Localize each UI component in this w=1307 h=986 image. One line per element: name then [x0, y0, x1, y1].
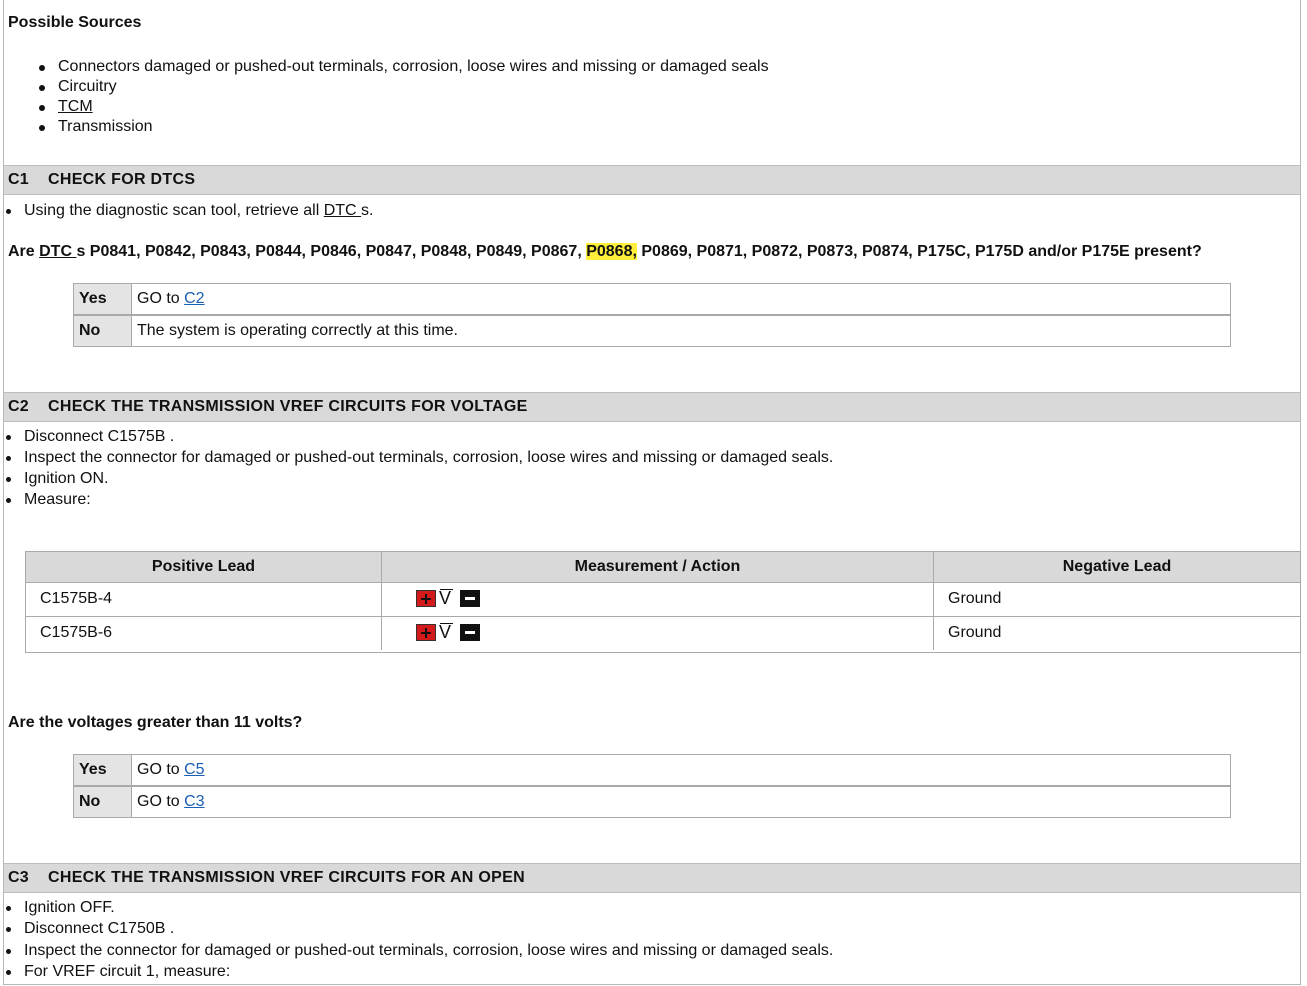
action-text: GO to — [137, 761, 185, 778]
dtc-link[interactable]: DTC — [324, 202, 361, 219]
c3-instruction: For VREF circuit 1, measure: — [24, 963, 231, 980]
yes-row: Yes GO to C2 — [73, 283, 1231, 315]
source-item: Transmission — [58, 118, 153, 135]
plus-icon — [416, 624, 436, 641]
source-item: Circuitry — [58, 78, 117, 95]
positive-lead-cell: C1575B-6 — [26, 616, 382, 650]
column-header: Measurement / Action — [382, 552, 934, 582]
volt-icon: V — [439, 588, 453, 608]
bullet-dot — [6, 435, 11, 440]
c2-instruction: Disconnect C1575B . — [24, 428, 175, 445]
yes-row: Yes GO to C5 — [73, 754, 1231, 786]
goto-c2-link[interactable]: C2 — [184, 290, 204, 307]
bullet-dot — [39, 85, 45, 91]
voltmeter-icon: V — [416, 588, 480, 608]
question-text: Are — [8, 243, 40, 260]
c2-question: Are the voltages greater than 11 volts? — [8, 714, 303, 731]
no-label: No — [74, 316, 132, 346]
goto-c3-link[interactable]: C3 — [184, 793, 204, 810]
column-header: Negative Lead — [934, 552, 1300, 582]
highlighted-code: P0868, — [586, 243, 637, 260]
step-header-c3: C3 CHECK THE TRANSMISSION VREF CIRCUITS … — [4, 863, 1300, 893]
question-text: P0869, P0871, P0872, P0873, P0874, P175C… — [636, 243, 1202, 260]
c3-instruction: Ignition OFF. — [24, 899, 115, 916]
column-header: Positive Lead — [26, 552, 382, 582]
bullet-dot — [6, 970, 11, 975]
yes-label: Yes — [74, 284, 132, 314]
bullet-dot — [6, 477, 11, 482]
positive-lead-cell: C1575B-4 — [26, 582, 382, 616]
c3-instruction: Inspect the connector for damaged or pus… — [24, 942, 834, 959]
step-header-c1: C1 CHECK FOR DTCS — [4, 165, 1300, 195]
bullet-dot — [39, 105, 45, 111]
action-text: GO to — [137, 793, 185, 810]
minus-icon — [460, 590, 480, 607]
no-row: No GO to C3 — [73, 786, 1231, 818]
bullet-dot — [6, 456, 11, 461]
no-row: No The system is operating correctly at … — [73, 315, 1231, 347]
bullet-dot — [6, 906, 11, 911]
bullet-dot — [6, 949, 11, 954]
bullet-dot — [6, 498, 11, 503]
step-code: C3 — [8, 869, 29, 886]
yes-action: GO to C5 — [137, 761, 205, 779]
measurement-table: Positive Lead Measurement / Action Negat… — [25, 551, 1301, 653]
goto-c5-link[interactable]: C5 — [184, 761, 204, 778]
tcm-link[interactable]: TCM — [58, 98, 93, 116]
no-action: The system is operating correctly at thi… — [137, 322, 458, 339]
document-frame — [3, 0, 1301, 985]
step-code: C2 — [8, 398, 29, 415]
source-item: Connectors damaged or pushed-out termina… — [58, 58, 769, 75]
c2-instruction: Measure: — [24, 491, 91, 508]
c3-instruction: Disconnect C1750B . — [24, 920, 175, 937]
instruction-text: Using the diagnostic scan tool, retrieve… — [24, 202, 324, 219]
voltmeter-icon: V — [416, 622, 480, 642]
negative-lead-cell: Ground — [934, 582, 1300, 616]
question-text: s P0841, P0842, P0843, P0844, P0846, P08… — [76, 243, 587, 260]
c2-instruction: Ignition ON. — [24, 470, 109, 487]
no-action: GO to C3 — [137, 793, 205, 811]
action-text: GO to — [137, 290, 185, 307]
possible-sources-heading: Possible Sources — [8, 14, 142, 31]
bullet-dot — [6, 927, 11, 932]
negative-lead-cell: Ground — [934, 616, 1300, 650]
no-label: No — [74, 787, 132, 817]
step-title: CHECK THE TRANSMISSION VREF CIRCUITS FOR… — [48, 398, 528, 415]
step-code: C1 — [8, 171, 29, 188]
step-title: CHECK THE TRANSMISSION VREF CIRCUITS FOR… — [48, 869, 525, 886]
dtc-link[interactable]: DTC — [39, 243, 76, 260]
measurement-cell: V — [382, 582, 934, 616]
yes-label: Yes — [74, 755, 132, 785]
minus-icon — [460, 624, 480, 641]
bullet-dot — [6, 209, 11, 214]
plus-icon — [416, 590, 436, 607]
volt-icon: V — [439, 622, 453, 642]
instruction-text: s. — [361, 202, 374, 219]
step-title: CHECK FOR DTCS — [48, 171, 196, 188]
bullet-dot — [39, 125, 45, 131]
c1-question: Are DTC s P0841, P0842, P0843, P0844, P0… — [8, 243, 1202, 261]
bullet-dot — [39, 65, 45, 71]
measurement-cell: V — [382, 616, 934, 650]
c2-instruction: Inspect the connector for damaged or pus… — [24, 449, 834, 466]
c1-instruction: Using the diagnostic scan tool, retrieve… — [24, 202, 374, 220]
step-header-c2: C2 CHECK THE TRANSMISSION VREF CIRCUITS … — [4, 392, 1300, 422]
yes-action: GO to C2 — [137, 290, 205, 308]
